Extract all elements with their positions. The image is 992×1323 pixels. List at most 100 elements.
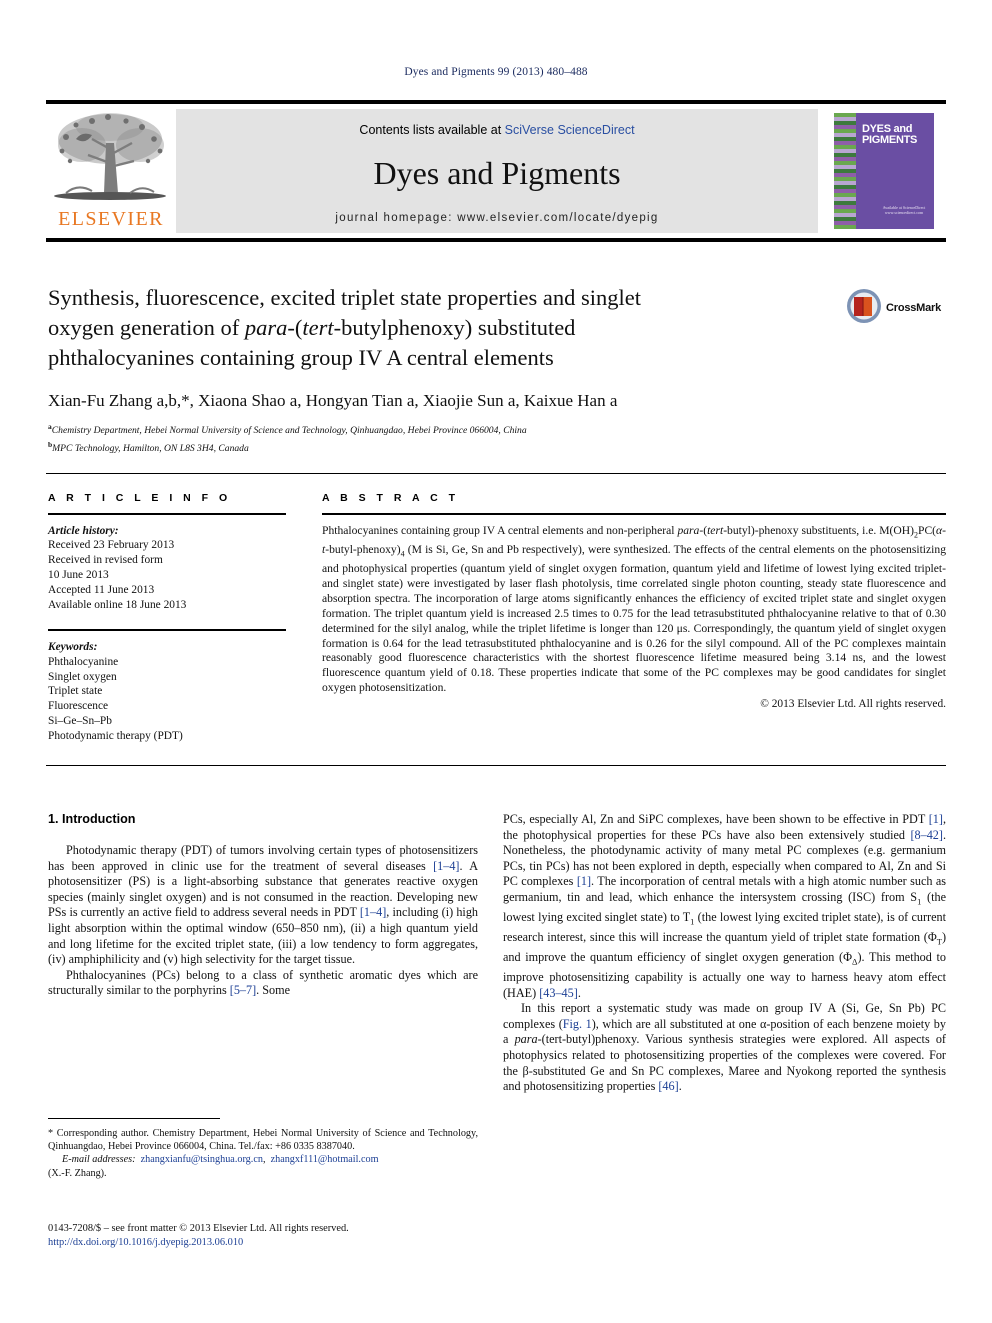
figure-ref[interactable]: Fig. 1 [563,1017,592,1031]
affiliations: aChemistry Department, Hebei Normal Univ… [48,420,848,455]
elsevier-wordmark: ELSEVIER [58,208,164,230]
crossmark-icon [847,289,881,323]
panel-bottom-rule [46,765,946,766]
abs-italic-para: para [677,523,700,537]
journal-homepage-link[interactable]: journal homepage: www.elsevier.com/locat… [176,212,818,224]
email-link-1[interactable]: zhangxianfu@tsinghua.org.cn [141,1154,263,1165]
article-page: Dyes and Pigments 99 (2013) 480–488 ELSE… [0,0,992,1323]
abstract-text: Phthalocyanines containing group IV A ce… [322,524,946,697]
keyword-item: Si–Ge–Sn–Pb [48,714,112,727]
keywords-label: Keywords: [48,640,98,653]
citation-ref[interactable]: [5–7] [230,983,256,997]
intro-paragraph-3: PCs, especially Al, Zn and SiPC complexe… [503,812,946,1001]
body-left-column: 1. Introduction Photodynamic therapy (PD… [48,812,478,999]
citation-ref[interactable]: [46] [658,1079,678,1093]
journal-cover-thumbnail[interactable]: DYES and PIGMENTS Available at ScienceDi… [822,109,946,233]
abstract-heading: A B S T R A C T [322,492,459,504]
title-line-2-b: -( [287,315,303,340]
affiliation-a-text: Chemistry Department, Hebei Normal Unive… [51,425,527,437]
body-right-column: PCs, especially Al, Zn and SiPC complexe… [503,812,946,1095]
citation-ref[interactable]: [1] [577,874,591,888]
keyword-item: Photodynamic therapy (PDT) [48,729,183,742]
title-italic-tert: tert [302,315,334,340]
citation-ref[interactable]: [8–42] [910,828,943,842]
cover-art: DYES and PIGMENTS Available at ScienceDi… [834,113,934,229]
abs-seg-b: -( [699,523,708,537]
intro-paragraph-1: Photodynamic therapy (PDT) of tumors inv… [48,843,478,968]
citation-ref[interactable]: [43–45] [539,986,578,1000]
history-item: 10 June 2013 [48,568,109,581]
doi-link[interactable]: http://dx.doi.org/10.1016/j.dyepig.2013.… [48,1236,488,1250]
journal-masthead: ELSEVIER Contents lists available at Sci… [46,100,946,242]
masthead-top-rule [46,100,946,104]
abs-italic-tert: tert [707,523,724,537]
cover-pattern-strip [834,113,856,229]
corresponding-author-footnote: * Corresponding author. Chemistry Depart… [48,1127,478,1180]
keyword-item: Phthalocyanine [48,655,119,668]
affiliation-b: bMPC Technology, Hamilton, ON L8S 3H4, C… [48,439,249,454]
citation-ref[interactable]: [1] [929,812,943,826]
corresponding-author-text: * Corresponding author. Chemistry Depart… [48,1128,478,1153]
keywords-rule [48,629,286,631]
citation-ref[interactable]: [1–4] [360,905,386,919]
contents-available-line: Contents lists available at SciVerse Sci… [176,109,818,137]
panel-top-rule [46,473,946,474]
history-item: Available online 18 June 2013 [48,598,187,611]
page-title: Synthesis, fluorescence, excited triplet… [48,283,838,373]
crossmark-badge[interactable]: CrossMark [846,288,956,332]
rp2-italic-para: para [514,1032,538,1047]
rp1-a: PCs, especially Al, Zn and SiPC complexe… [503,812,929,826]
author-list: Xian-Fu Zhang a,b,*, Xiaona Shao a, Hong… [48,391,618,410]
elsevier-tree-icon [50,109,172,205]
page-footer: 0143-7208/$ – see front matter © 2013 El… [48,1222,488,1250]
masthead-bottom-rule [46,238,946,242]
footnote-rule [48,1118,220,1119]
keyword-item: Fluorescence [48,700,109,713]
keywords-block: Keywords: Phthalocyanine Singlet oxygen … [48,640,286,744]
intro-paragraph-4: In this report a systematic study was ma… [503,1001,946,1095]
email-label: E-mail addresses: [62,1154,136,1166]
journal-title: Dyes and Pigments [373,155,621,191]
email-tail: (X.-F. Zhang). [48,1167,107,1179]
cover-footer-text: Available at ScienceDirect www.sciencedi… [882,205,926,215]
title-line-1: Synthesis, fluorescence, excited triplet… [48,285,641,310]
history-item: Received 23 February 2013 [48,539,175,552]
contents-prefix: Contents lists available at [359,123,505,137]
keyword-item: Singlet oxygen [48,670,117,683]
title-line-2-c: -butylphenoxy) substituted [333,315,576,340]
affiliation-b-text: MPC Technology, Hamilton, ON L8S 3H4, Ca… [52,442,249,454]
abs-seg-e: -butyl-phenoxy) [325,542,401,556]
section-heading-introduction: 1. Introduction [48,812,136,826]
rp2-c: -(tert-butyl)phenoxy. Various synthesis … [503,1032,946,1094]
lp1-a: Photodynamic therapy (PDT) of tumors inv… [48,843,478,873]
running-head: Dyes and Pigments 99 (2013) 480–488 [404,66,588,78]
keyword-item: Triplet state [48,685,103,698]
article-info-rule [48,513,286,515]
article-info-column: A R T I C L E I N F O Article history: R… [48,492,286,744]
abs-seg-d: PC( [918,523,937,537]
title-block: Synthesis, fluorescence, excited triplet… [48,283,838,373]
elsevier-logo[interactable]: ELSEVIER [48,109,174,233]
sciencedirect-link[interactable]: SciVerse ScienceDirect [505,123,635,137]
intro-paragraph-2: Phthalocyanines (PCs) belong to a class … [48,968,478,999]
abs-seg-f: (M is Si, Ge, Sn and Pb respectively), w… [322,542,946,695]
affiliation-a: aChemistry Department, Hebei Normal Univ… [48,422,527,437]
abstract-column: A B S T R A C T Phthalocyanines containi… [322,492,946,710]
email-link-2[interactable]: zhangxf111@hotmail.com [271,1154,379,1165]
title-italic-para: para [244,315,288,340]
history-item: Received in revised form [48,554,163,567]
citation-ref[interactable]: [1–4] [433,859,459,873]
history-item: Accepted 11 June 2013 [48,583,155,596]
title-line-2-a: oxygen generation of [48,315,245,340]
rp1-i: . [577,985,581,1000]
journal-banner: Contents lists available at SciVerse Sci… [176,109,818,233]
abs-seg-c: -butyl)-phenoxy substituents, i.e. M(OH) [723,523,914,537]
title-line-3: phthalocyanines containing group IV A ce… [48,345,554,370]
article-history-block: Article history: Received 23 February 20… [48,524,286,613]
abstract-rule [322,513,946,515]
cover-title-text: DYES and PIGMENTS [862,123,918,146]
crossmark-label: CrossMark [886,302,942,314]
article-history-label: Article history: [48,524,119,537]
front-matter-line: 0143-7208/$ – see front matter © 2013 El… [48,1223,349,1234]
abstract-copyright: © 2013 Elsevier Ltd. All rights reserved… [760,698,946,711]
